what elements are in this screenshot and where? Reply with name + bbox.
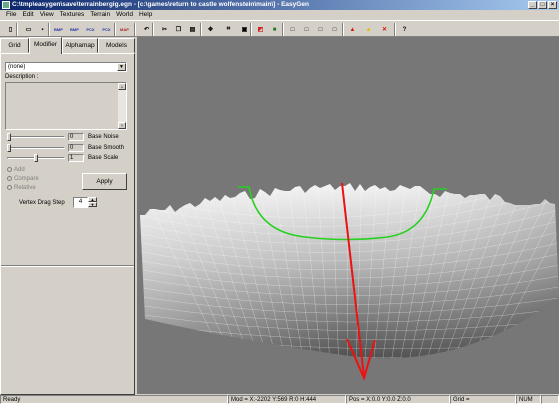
paste-icon[interactable]: ▤	[186, 23, 199, 36]
app-icon	[2, 1, 10, 9]
status-ready: Ready	[0, 395, 228, 404]
menu-bar: File Edit View Textures Terrain World He…	[0, 10, 559, 20]
save-pcx-icon[interactable]: PCX	[100, 23, 113, 36]
panel-tabs: Grid Modifier Alphamap Models	[0, 37, 135, 54]
description-label: Description :	[5, 74, 39, 80]
menu-textures[interactable]: Textures	[57, 10, 88, 20]
base-smooth-value: 0	[68, 144, 84, 152]
close-button[interactable]: ×	[548, 1, 557, 9]
tab-models[interactable]: Models	[98, 38, 135, 53]
apply-button[interactable]: Apply	[82, 173, 127, 190]
status-bar: Ready Mod = X:-2202 Y:569 R:0 H:444 Pos …	[0, 395, 559, 404]
description-box: ▲ ▼	[5, 82, 127, 130]
vertex-drag-stepper[interactable]: 4 ▲ ▼	[73, 197, 99, 208]
menu-world[interactable]: World	[113, 10, 136, 20]
toolbar-separator	[394, 23, 396, 36]
radio-compare[interactable]: Compare	[7, 176, 39, 182]
chevron-down-icon[interactable]: ▼	[117, 63, 126, 71]
terrain-canvas[interactable]	[137, 37, 559, 394]
cut-icon[interactable]: ✂	[158, 23, 171, 36]
toolbar-separator	[342, 23, 344, 36]
window-title: C:\tmp\easygen\save\terrainbergig.egn - …	[12, 1, 309, 8]
base-smooth-label: Base Smooth	[88, 145, 125, 151]
vertex-drag-label: Vertex Drag Step	[19, 200, 65, 206]
load-pcx-icon[interactable]: PCX	[84, 23, 97, 36]
modifier-select[interactable]: (none) ▼	[5, 62, 127, 72]
open-icon[interactable]: ▭	[22, 23, 35, 36]
help-icon[interactable]: ?	[398, 23, 411, 36]
status-mod: Mod = X:-2202 Y:569 R:0 H:444	[228, 395, 346, 404]
modifier-select-value: (none)	[8, 64, 26, 70]
toolbar: ▯ ▭ ▪ BMP BMP PCX PCX MAP ↶ ✂ ❐ ▤ ✥ ⌗ ▣ ◩ ■ □ □ □ □ ▲ ▲ ✕?	[0, 20, 559, 37]
toolbar-separator	[134, 23, 136, 36]
menu-terrain[interactable]: Terrain	[87, 10, 113, 20]
tool-move-icon[interactable]: ✥	[204, 23, 217, 36]
status-num: NUM	[516, 395, 541, 404]
radio-add[interactable]: Add	[7, 167, 25, 173]
base-noise-value: 0	[68, 133, 84, 141]
slider-thumb[interactable]	[7, 133, 11, 141]
terrain-mesh	[140, 183, 559, 359]
tab-grid[interactable]: Grid	[0, 38, 29, 53]
copy-icon[interactable]: ❐	[172, 23, 185, 36]
base-noise-label: Base Noise	[88, 134, 119, 140]
panel-divider	[1, 265, 134, 267]
window-controls: _ □ ×	[528, 1, 557, 9]
toolbar-separator	[152, 23, 154, 36]
toolbar-separator	[200, 23, 202, 36]
texture-flag-icon[interactable]: ◩	[254, 23, 267, 36]
app-window: C:\tmp\easygen\save\terrainbergig.egn - …	[0, 0, 559, 404]
mod-yellow-icon[interactable]: ▲	[362, 23, 375, 36]
menu-file[interactable]: File	[3, 10, 19, 20]
vertex-drag-value[interactable]: 4	[73, 197, 88, 208]
menu-help[interactable]: Help	[136, 10, 155, 20]
map-icon[interactable]: MAP	[118, 23, 131, 36]
toolbar-separator	[48, 23, 50, 36]
menu-view[interactable]: View	[37, 10, 57, 20]
modifier-panel: (none) ▼ Description : ▲ ▼ 0 Base Noise …	[0, 53, 135, 395]
view-3-icon[interactable]: □	[314, 23, 327, 36]
terrain-3d-viewport[interactable]	[137, 37, 559, 394]
tab-modifier[interactable]: Modifier	[29, 37, 62, 54]
base-scale-slider[interactable]	[7, 154, 65, 162]
status-grid: Grid =	[450, 395, 516, 404]
slider-thumb[interactable]	[34, 154, 38, 162]
menu-edit[interactable]: Edit	[19, 10, 36, 20]
base-noise-slider[interactable]	[7, 133, 65, 141]
toolbar-separator	[250, 23, 252, 36]
status-extra	[541, 395, 559, 404]
base-smooth-slider[interactable]	[7, 144, 65, 152]
radio-relative[interactable]: Relative	[7, 185, 36, 191]
description-scrollbar[interactable]: ▲ ▼	[118, 83, 126, 129]
toolbar-separator	[16, 23, 18, 36]
view-2-icon[interactable]: □	[300, 23, 313, 36]
spin-down-icon[interactable]: ▼	[88, 202, 97, 207]
title-bar: C:\tmp\easygen\save\terrainbergig.egn - …	[0, 0, 559, 10]
tab-alphamap[interactable]: Alphamap	[62, 38, 98, 53]
mod-red-icon[interactable]: ▲	[346, 23, 359, 36]
mod-cross-icon[interactable]: ✕	[378, 23, 391, 36]
toolbar-separator	[114, 23, 116, 36]
load-bmp-icon[interactable]: BMP	[52, 23, 65, 36]
base-scale-value: 1	[68, 154, 84, 162]
minimize-button[interactable]: _	[528, 1, 537, 9]
tool-grid-icon[interactable]: ⌗	[222, 23, 235, 36]
save-bmp-icon[interactable]: BMP	[68, 23, 81, 36]
scroll-up-icon[interactable]: ▲	[118, 83, 126, 90]
texture-green-icon[interactable]: ■	[268, 23, 281, 36]
scroll-down-icon[interactable]: ▼	[118, 122, 126, 129]
base-scale-label: Base Scale	[88, 155, 119, 161]
status-pos: Pos = X:0.0 Y:0.0 Z:0.0	[346, 395, 450, 404]
toolbar-separator	[282, 23, 284, 36]
maximize-button[interactable]: □	[538, 1, 547, 9]
view-4-icon[interactable]: □	[328, 23, 341, 36]
slider-thumb[interactable]	[7, 144, 11, 152]
view-1-icon[interactable]: □	[286, 23, 299, 36]
